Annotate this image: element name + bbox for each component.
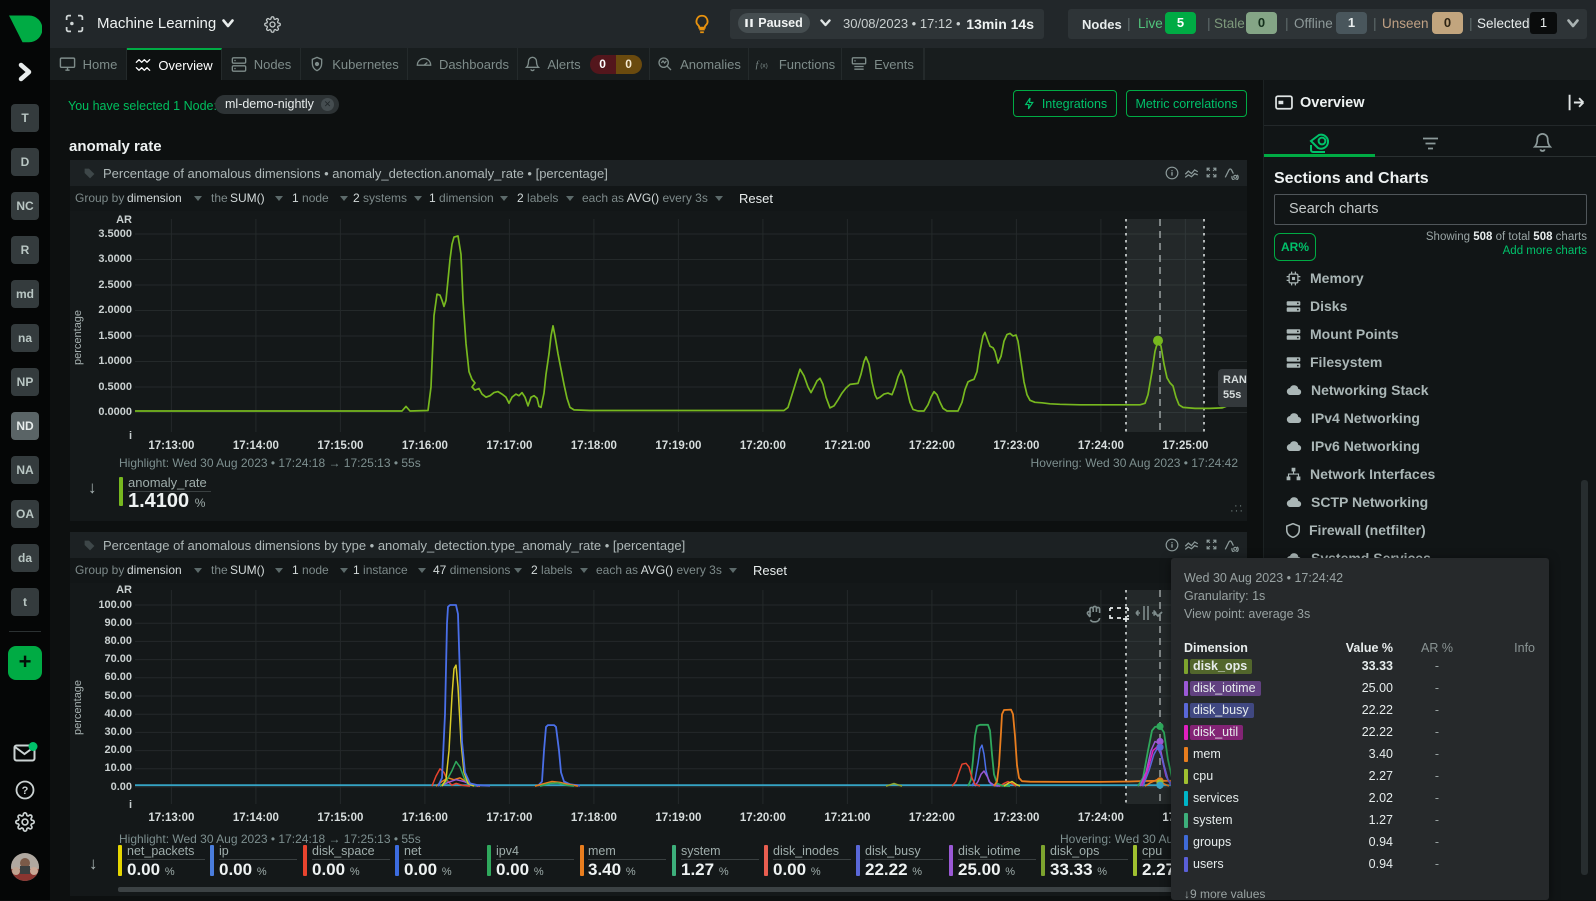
svg-text:?: ? xyxy=(22,785,29,797)
svg-text:(x): (x) xyxy=(760,62,768,69)
svg-text:f: f xyxy=(755,59,759,70)
